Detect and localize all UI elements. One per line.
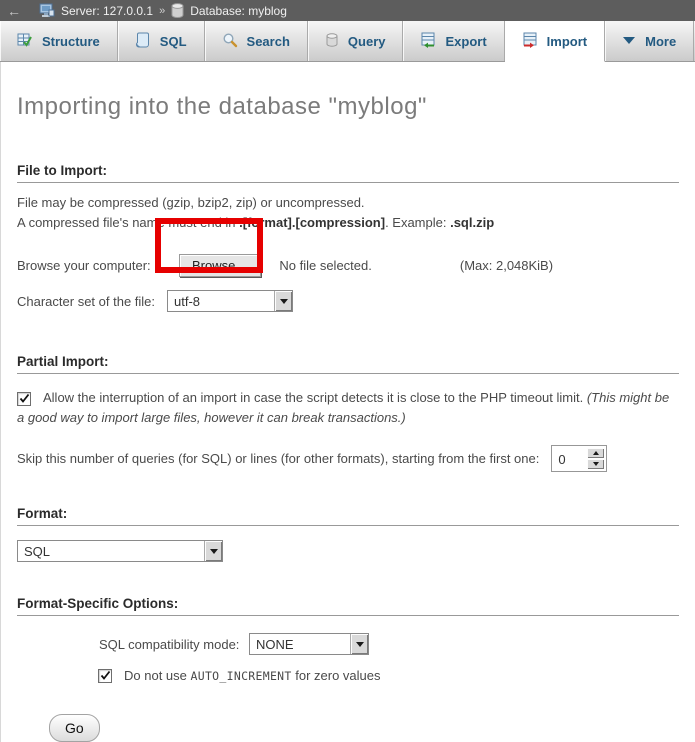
partial-import-heading: Partial Import:	[17, 354, 679, 374]
spinner-buttons	[587, 448, 604, 469]
max-upload-size: (Max: 2,048KiB)	[460, 258, 553, 273]
naming-line-prefix: A compressed file's name must end in	[17, 215, 239, 230]
export-icon	[420, 32, 436, 51]
check-icon	[100, 670, 111, 681]
tab-label: Export	[445, 34, 486, 49]
auto-increment-code: AUTO_INCREMENT	[191, 669, 292, 683]
chevron-down-icon	[350, 634, 368, 654]
naming-pattern: .[format].[compression]	[239, 215, 385, 230]
sql-compat-label: SQL compatibility mode:	[99, 637, 249, 652]
charset-row: Character set of the file: utf-8	[17, 290, 679, 312]
tab-label: More	[645, 34, 676, 49]
naming-line-mid: . Example:	[385, 215, 450, 230]
tab-label: Import	[547, 34, 587, 49]
naming-example: .sql.zip	[450, 215, 494, 230]
query-icon	[325, 32, 339, 51]
tab-label: Search	[247, 34, 290, 49]
skip-queries-input[interactable]: 0	[551, 445, 607, 472]
sql-compat-row: SQL compatibility mode: NONE	[17, 633, 679, 655]
allow-interruption-checkbox[interactable]	[17, 392, 31, 406]
tab-structure[interactable]: Structure	[0, 21, 118, 61]
tab-export[interactable]: Export	[403, 21, 504, 61]
tab-sql[interactable]: SQL	[118, 21, 205, 61]
allow-interruption-row: Allow the interruption of an import in c…	[17, 388, 679, 428]
sql-icon	[135, 32, 151, 51]
breadcrumb-server[interactable]: Server: 127.0.0.1	[61, 4, 153, 18]
sql-compat-select-value: NONE	[250, 634, 300, 654]
spin-down-button[interactable]	[587, 459, 604, 469]
tab-search[interactable]: Search	[205, 21, 308, 61]
tab-label: Structure	[42, 34, 100, 49]
structure-icon	[17, 32, 33, 51]
import-page: Importing into the database "myblog" Fil…	[0, 62, 695, 742]
breadcrumb-bar: ← Server: 127.0.0.1 » Database: myblog	[0, 0, 695, 21]
format-heading: Format:	[17, 506, 679, 526]
chevron-down-icon	[204, 541, 222, 561]
format-select-value: SQL	[18, 541, 56, 561]
sql-compat-select[interactable]: NONE	[249, 633, 369, 655]
browse-button[interactable]: Browse…	[179, 254, 261, 277]
tab-query[interactable]: Query	[308, 21, 404, 61]
breadcrumb-database[interactable]: Database: myblog	[190, 4, 287, 18]
tab-label: SQL	[160, 34, 187, 49]
charset-select-value: utf-8	[168, 291, 206, 311]
format-select[interactable]: SQL	[17, 540, 223, 562]
skip-queries-label: Skip this number of queries (for SQL) or…	[17, 451, 539, 466]
back-arrow-icon[interactable]: ←	[7, 4, 21, 18]
charset-label: Character set of the file:	[17, 294, 167, 309]
auto-increment-label: Do not use AUTO_INCREMENT for zero value…	[124, 668, 381, 683]
spin-up-button[interactable]	[587, 448, 604, 458]
server-icon	[39, 3, 55, 18]
skip-queries-value: 0	[554, 448, 587, 469]
browse-row: Browse your computer: Browse… No file se…	[17, 249, 679, 281]
auto-increment-row: Do not use AUTO_INCREMENT for zero value…	[17, 668, 679, 683]
file-to-import-description: File may be compressed (gzip, bzip2, zip…	[17, 193, 679, 232]
charset-select[interactable]: utf-8	[167, 290, 293, 312]
chevron-down-icon	[622, 34, 636, 49]
submit-area: Go	[49, 714, 679, 742]
tab-import[interactable]: Import	[505, 21, 605, 62]
tab-more[interactable]: More	[605, 21, 694, 61]
allow-interruption-label: Allow the interruption of an import in c…	[43, 390, 587, 405]
format-specific-heading: Format-Specific Options:	[17, 596, 679, 616]
browse-label: Browse your computer:	[17, 258, 167, 273]
compression-line: File may be compressed (gzip, bzip2, zip…	[17, 195, 365, 210]
no-file-selected-text: No file selected.	[279, 258, 372, 273]
auto-increment-checkbox[interactable]	[98, 669, 112, 683]
go-button[interactable]: Go	[49, 714, 100, 742]
import-icon	[522, 32, 538, 51]
chevron-down-icon	[274, 291, 292, 311]
tab-bar: Structure SQL Search Query	[0, 21, 695, 62]
search-icon	[222, 32, 238, 51]
skip-queries-row: Skip this number of queries (for SQL) or…	[17, 445, 679, 472]
file-to-import-heading: File to Import:	[17, 163, 679, 183]
breadcrumb-separator: »	[159, 5, 165, 17]
database-icon	[171, 3, 184, 18]
tab-label: Query	[348, 34, 386, 49]
page-title: Importing into the database "myblog"	[17, 62, 679, 121]
check-icon	[19, 393, 30, 404]
